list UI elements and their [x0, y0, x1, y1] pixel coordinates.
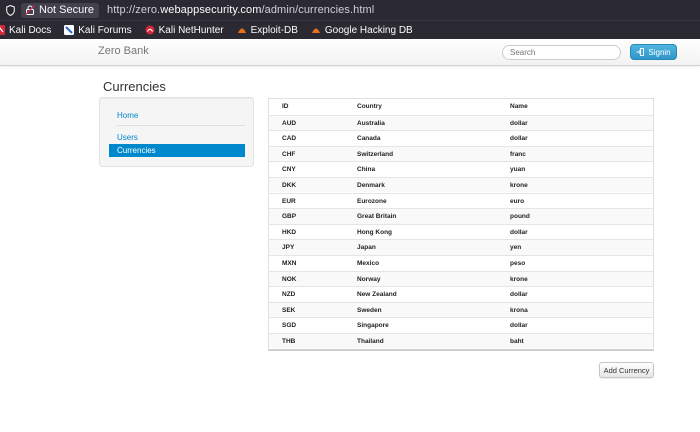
cell-country: Mexico — [357, 259, 380, 267]
cell-name: franc — [510, 150, 526, 158]
cell-id: EUR — [282, 197, 296, 205]
cell-id: NOK — [282, 275, 297, 283]
cell-country: Hong Kong — [357, 228, 393, 236]
column-header-country: Country — [357, 103, 382, 110]
cell-name: euro — [510, 197, 525, 205]
cell-name: krona — [510, 306, 528, 314]
cell-name: dollar — [510, 291, 528, 299]
browser-url-bar: Not Secure http://zero.webappsecurity.co… — [0, 0, 700, 20]
cell-name: yen — [510, 244, 522, 252]
cell-name: dollar — [510, 135, 528, 143]
search-input[interactable] — [502, 45, 621, 60]
cell-country: Thailand — [357, 337, 384, 345]
column-header-id: ID — [282, 103, 289, 110]
cell-country: Canada — [357, 135, 381, 143]
sidebar-divider — [117, 125, 245, 126]
cell-name: yuan — [510, 166, 526, 174]
table-row: EUR Eurozone euro — [269, 192, 653, 209]
cell-name: pound — [510, 213, 530, 221]
cell-country: Norway — [357, 275, 381, 283]
signin-icon — [636, 48, 645, 56]
table-row: SEK Sweden krona — [269, 301, 653, 318]
table-row: GBP Great Britain pound — [269, 208, 653, 224]
cell-id: HKD — [282, 228, 297, 236]
cell-id: CAD — [282, 135, 297, 143]
sidebar-item-home[interactable]: Home — [109, 109, 245, 122]
cell-country: Japan — [357, 244, 376, 252]
table-row: NOK Norway krone — [269, 270, 653, 286]
cell-id: CNY — [282, 166, 296, 174]
table-row: NZD New Zealand dollar — [269, 286, 653, 302]
security-indicator[interactable]: Not Secure — [21, 2, 100, 18]
shield-icon[interactable] — [6, 4, 15, 16]
cell-id: JPY — [282, 244, 295, 252]
kali-red-icon — [145, 25, 155, 35]
sidebar-item-currencies[interactable]: Currencies — [109, 144, 245, 157]
insecure-lock-icon — [25, 5, 35, 15]
cell-id: SGD — [282, 322, 297, 330]
column-header-name: Name — [510, 103, 528, 110]
ghdb-icon — [311, 25, 321, 35]
cell-country: Denmark — [357, 181, 385, 189]
table-row: MXN Mexico peso — [269, 254, 653, 271]
cell-id: GBP — [282, 213, 297, 221]
table-header-row: ID Country Name — [269, 99, 653, 115]
cell-id: NZD — [282, 291, 296, 299]
app-navbar: Zero Bank Signin — [0, 39, 700, 66]
cell-id: THB — [282, 337, 296, 345]
table-row: THB Thailand baht — [269, 332, 653, 349]
cell-name: krone — [510, 181, 528, 189]
cell-name: dollar — [510, 119, 528, 127]
signin-button[interactable]: Signin — [630, 44, 677, 60]
currencies-table: ID Country Name AUD Australia dollar CAD Can… — [268, 98, 654, 351]
bookmark-google-hacking-db[interactable]: Google Hacking DB — [311, 25, 413, 36]
cell-country: Singapore — [357, 322, 389, 330]
bookmark-kali-docs[interactable]: Kali Docs — [0, 25, 51, 36]
cell-name: krone — [510, 275, 528, 283]
table-row: CHF Switzerland franc — [269, 145, 653, 162]
kali-blue-icon — [64, 25, 75, 35]
cell-country: China — [357, 166, 376, 174]
cell-id: SEK — [282, 306, 296, 314]
bookmark-exploit-db[interactable]: Exploit-DB — [237, 25, 298, 36]
page-title: Currencies — [103, 79, 166, 94]
kali-red-icon — [0, 25, 5, 35]
table-row: CAD Canada dollar — [269, 130, 653, 146]
sidebar: Home Users Currencies — [99, 97, 254, 167]
cell-country: Sweden — [357, 306, 382, 314]
cell-name: dollar — [510, 228, 528, 236]
bookmarks-bar: Kali Docs Kali Forums Kali NetHunter Exp… — [0, 20, 700, 39]
table-row: JPY Japan yen — [269, 239, 653, 255]
cell-name: baht — [510, 337, 524, 345]
cell-id: MXN — [282, 259, 297, 267]
cell-name: dollar — [510, 322, 528, 330]
cell-country: New Zealand — [357, 291, 397, 299]
exploit-db-icon — [237, 25, 247, 35]
cell-id: AUD — [282, 119, 297, 127]
cell-id: DKK — [282, 181, 297, 189]
brand-logo[interactable]: Zero Bank — [98, 45, 149, 57]
add-currency-button[interactable]: Add Currency — [599, 362, 654, 378]
table-row: DKK Denmark krone — [269, 176, 653, 193]
table-row: AUD Australia dollar — [269, 114, 653, 130]
url-text[interactable]: http://zero.webappsecurity.com/admin/cur… — [107, 4, 374, 16]
table-row: HKD Hong Kong dollar — [269, 223, 653, 240]
cell-id: CHF — [282, 150, 296, 158]
cell-country: Switzerland — [357, 150, 394, 158]
cell-country: Eurozone — [357, 197, 387, 205]
cell-country: Great Britain — [357, 213, 397, 221]
security-label: Not Secure — [39, 4, 95, 16]
table-row: SGD Singapore dollar — [269, 317, 653, 333]
cell-name: peso — [510, 259, 526, 267]
bookmark-kali-nethunter[interactable]: Kali NetHunter — [145, 25, 224, 36]
bookmark-kali-forums[interactable]: Kali Forums — [64, 25, 132, 36]
sidebar-item-users[interactable]: Users — [109, 131, 245, 144]
cell-country: Australia — [357, 119, 385, 127]
table-row: CNY China yuan — [269, 161, 653, 177]
